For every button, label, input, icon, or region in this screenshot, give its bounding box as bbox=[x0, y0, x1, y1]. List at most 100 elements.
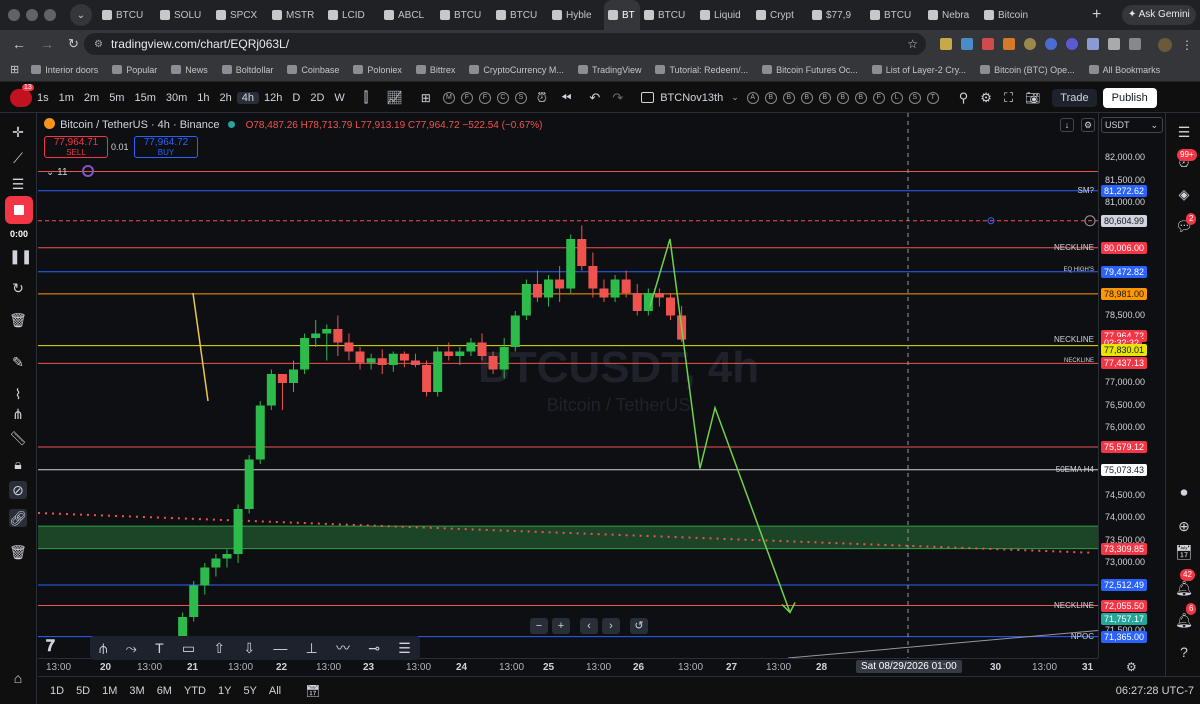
quick-button[interactable]: A bbox=[746, 91, 759, 104]
candle[interactable] bbox=[588, 266, 598, 289]
quick-button[interactable]: B bbox=[764, 91, 777, 104]
bookmark-item[interactable]: TradingView bbox=[577, 65, 641, 75]
pitchfork-icon[interactable]: ⫛ bbox=[99, 640, 107, 657]
zigzag-icon[interactable]: 〰 bbox=[336, 638, 350, 658]
arrow-up-icon[interactable]: ⇧ bbox=[213, 640, 225, 657]
watchlist-icon[interactable]: ☰ bbox=[1175, 123, 1193, 141]
range-All[interactable]: All bbox=[269, 685, 281, 697]
quick-button[interactable]: S bbox=[514, 91, 527, 104]
candle[interactable] bbox=[444, 351, 454, 357]
restart-icon[interactable]: ↻ bbox=[9, 279, 27, 297]
window-close-dot[interactable] bbox=[8, 9, 20, 21]
replay-icon[interactable]: ⏪︎ bbox=[561, 90, 571, 106]
candle[interactable] bbox=[344, 342, 354, 352]
trash-icon[interactable]: 🗑︎ bbox=[9, 311, 27, 329]
quick-button[interactable]: F bbox=[872, 91, 885, 104]
bookmark-item[interactable]: News bbox=[171, 65, 208, 75]
candle[interactable] bbox=[477, 342, 487, 357]
candle[interactable] bbox=[189, 585, 199, 618]
forward-icon[interactable]: → bbox=[40, 36, 54, 52]
quick-button[interactable]: F bbox=[478, 91, 491, 104]
bookmark-item[interactable]: All Bookmarks bbox=[1088, 65, 1160, 75]
path-icon[interactable]: ⤳ bbox=[126, 640, 137, 657]
quick-button[interactable]: B bbox=[836, 91, 849, 104]
range-3M[interactable]: 3M bbox=[129, 685, 144, 697]
candle[interactable] bbox=[322, 329, 332, 334]
extension-icon[interactable] bbox=[982, 38, 994, 50]
hamburger-icon[interactable]: ☰ bbox=[398, 640, 411, 657]
pen-icon[interactable]: ✎ bbox=[9, 353, 27, 371]
layout-grid-icon[interactable]: ⊞ bbox=[421, 91, 431, 105]
magnifier-icon[interactable]: ⚲ bbox=[959, 90, 969, 106]
candle[interactable] bbox=[566, 239, 576, 289]
extension-icon[interactable] bbox=[1066, 38, 1078, 50]
candle[interactable] bbox=[499, 347, 509, 370]
candle[interactable] bbox=[399, 353, 409, 361]
browser-tab[interactable]: Bitcoin bbox=[980, 0, 1038, 30]
extension-icon[interactable] bbox=[1024, 38, 1036, 50]
timeframe-30m[interactable]: 30m bbox=[161, 92, 192, 104]
extension-icon[interactable] bbox=[1045, 38, 1057, 50]
candle[interactable] bbox=[466, 342, 476, 352]
chevron-down-icon[interactable]: ⌄ bbox=[731, 92, 739, 103]
candle[interactable] bbox=[621, 279, 631, 294]
layout-name[interactable]: BTCNov13th bbox=[660, 92, 723, 104]
extension-icon[interactable] bbox=[1129, 38, 1141, 50]
browser-tab[interactable]: MSTR bbox=[268, 0, 324, 30]
zoom-in-button[interactable]: + bbox=[552, 618, 570, 634]
range-1Y[interactable]: 1Y bbox=[218, 685, 231, 697]
camera-icon[interactable]: 📷︎ bbox=[1025, 91, 1040, 105]
timeframe-15m[interactable]: 15m bbox=[129, 92, 160, 104]
object-tree-icon[interactable]: ⌂ bbox=[9, 669, 27, 687]
layout-icon[interactable] bbox=[641, 92, 655, 103]
date-range-icon[interactable]: 📅︎ bbox=[305, 684, 320, 698]
candle-type-icon[interactable]: ⫿ bbox=[364, 89, 368, 106]
extension-icon[interactable] bbox=[961, 38, 973, 50]
price-axis[interactable]: USDT ⌄ 82,000.00 81,500.00 81,000.00 78,500.… bbox=[1098, 113, 1165, 658]
drawn-trend-line[interactable] bbox=[192, 292, 209, 402]
timeframe-1h[interactable]: 1h bbox=[192, 92, 214, 104]
trade-button[interactable]: Trade bbox=[1052, 88, 1097, 107]
candle[interactable] bbox=[366, 358, 376, 363]
candle[interactable] bbox=[377, 358, 387, 365]
bookmark-star-icon[interactable]: ☆ bbox=[907, 37, 918, 51]
candle[interactable] bbox=[211, 558, 221, 568]
candle[interactable] bbox=[244, 459, 254, 510]
timeframe-2h[interactable]: 2h bbox=[215, 92, 237, 104]
browser-tab[interactable]: BTCU bbox=[866, 0, 924, 30]
candle[interactable] bbox=[521, 284, 531, 316]
candle[interactable] bbox=[266, 374, 276, 406]
reload-icon[interactable]: ↻ bbox=[68, 36, 79, 52]
utc-clock[interactable]: 06:27:28 UTC-7 bbox=[1116, 685, 1194, 697]
notifications-icon[interactable]: 🔔︎ bbox=[1175, 579, 1193, 597]
extension-icon[interactable] bbox=[1108, 38, 1120, 50]
candle[interactable] bbox=[300, 338, 310, 370]
symbol-title[interactable]: Bitcoin / TetherUS · 4h · Binance bbox=[60, 119, 219, 131]
candle[interactable] bbox=[433, 351, 443, 393]
settings-small-icon[interactable]: ⚙ bbox=[1081, 118, 1095, 132]
window-minimize-dot[interactable] bbox=[26, 9, 38, 21]
bookmark-item[interactable]: Bitcoin (BTC) Ope... bbox=[980, 65, 1075, 75]
alert-icon[interactable]: ⏰︎ bbox=[537, 90, 547, 106]
range-5Y[interactable]: 5Y bbox=[243, 685, 256, 697]
candle[interactable] bbox=[311, 333, 321, 339]
bookmark-item[interactable]: Boltdollar bbox=[221, 65, 273, 75]
quick-button[interactable]: M bbox=[442, 91, 455, 104]
tv-logo-badge[interactable]: 13 bbox=[10, 83, 34, 107]
horizontal-line-icon[interactable]: — bbox=[273, 640, 287, 656]
timeframe-1s[interactable]: 1s bbox=[32, 92, 54, 104]
ask-gemini-button[interactable]: ✦ Ask Gemini bbox=[1122, 5, 1196, 25]
sync-icon[interactable] bbox=[82, 165, 95, 177]
range-YTD[interactable]: YTD bbox=[184, 685, 206, 697]
fullscreen-icon[interactable]: ⛶ bbox=[1004, 90, 1013, 106]
quick-button[interactable]: B bbox=[782, 91, 795, 104]
candle[interactable] bbox=[632, 293, 642, 311]
window-zoom-dot[interactable] bbox=[44, 9, 56, 21]
chart-pane[interactable]: BTCUSDT, 4h Bitcoin / TetherUS SM? NECKLI… bbox=[38, 113, 1098, 658]
hide-drawings-icon[interactable]: ⊘ bbox=[9, 481, 27, 499]
candle[interactable] bbox=[388, 353, 398, 365]
profile-avatar-icon[interactable] bbox=[1158, 38, 1172, 52]
range-1D[interactable]: 1D bbox=[50, 685, 64, 697]
apps-grid-icon[interactable]: ⊞ bbox=[10, 63, 19, 76]
indicators-icon[interactable]: 📈︎ bbox=[386, 90, 403, 106]
